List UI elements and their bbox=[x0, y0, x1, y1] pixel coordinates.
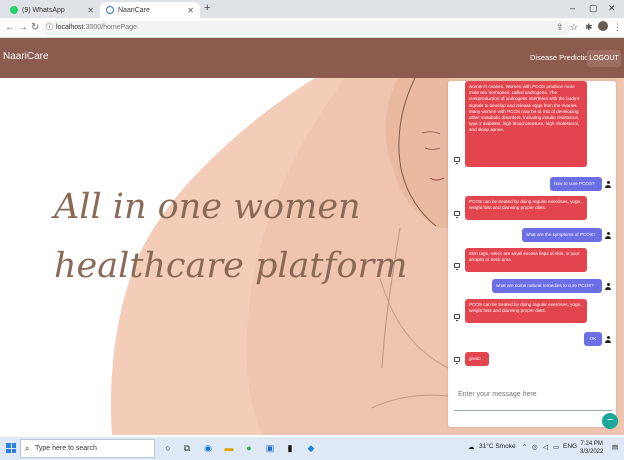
forward-arrow-icon[interactable]: → bbox=[18, 22, 28, 33]
new-tab-button[interactable]: + bbox=[204, 2, 210, 14]
windows-start-icon[interactable] bbox=[6, 443, 16, 453]
hero-headline: All in one women healthcare platform bbox=[54, 178, 414, 296]
back-arrow-icon[interactable]: ← bbox=[5, 22, 15, 33]
bot-message: PCOS can be treated by doing regular exe… bbox=[465, 196, 587, 220]
vscode-icon[interactable]: ◆ bbox=[306, 443, 316, 453]
minimize-button[interactable]: – bbox=[570, 3, 575, 13]
bot-computer-icon bbox=[454, 357, 460, 364]
user-message: how to cure PCOS? bbox=[550, 177, 602, 191]
whatsapp-icon bbox=[10, 6, 18, 14]
tab-title: (9) WhatsApp bbox=[22, 6, 65, 14]
clock-date: 3/3/2022 bbox=[580, 449, 604, 455]
chat-message-input[interactable] bbox=[456, 390, 610, 399]
app-navbar: NaariCare Disease Prediction LOGOUT bbox=[0, 38, 624, 78]
user-icon bbox=[605, 336, 611, 343]
battery-icon[interactable]: ▭ bbox=[553, 443, 559, 451]
taskbar-search-field[interactable]: ⌕ Type here to search bbox=[20, 439, 155, 458]
bot-computer-icon bbox=[454, 211, 460, 218]
url-field[interactable]: ⓘ localhost:3000/homePage bbox=[42, 21, 572, 35]
hero-line-1: All in one women bbox=[54, 187, 361, 227]
bot-message: great! bbox=[465, 352, 489, 366]
weather-text[interactable]: 31°C Smoke bbox=[479, 443, 516, 450]
weather-icon[interactable]: ☁ bbox=[468, 443, 475, 451]
store-icon[interactable]: ▣ bbox=[265, 443, 275, 453]
profile-avatar[interactable] bbox=[598, 21, 608, 31]
close-icon[interactable]: ✕ bbox=[87, 6, 94, 15]
naaricare-icon bbox=[106, 6, 114, 14]
chat-toggle-button[interactable]: − bbox=[602, 413, 618, 429]
tray-chevron-icon[interactable]: ⌃ bbox=[522, 443, 527, 451]
network-icon[interactable]: ◎ bbox=[532, 443, 538, 451]
taskbar-search-placeholder: Type here to search bbox=[35, 445, 97, 452]
file-explorer-icon[interactable]: ▬ bbox=[224, 443, 234, 453]
windows-taskbar: ⌕ Type here to search ○ ⧉ ◉ ▬ ● ▣ ▮ ◆ ☁ … bbox=[0, 437, 624, 460]
bot-computer-icon bbox=[454, 314, 460, 321]
user-icon bbox=[605, 232, 611, 239]
star-icon[interactable]: ☆ bbox=[570, 22, 578, 33]
bot-message: women's ovaries. Women with PCOS produce… bbox=[465, 81, 587, 167]
user-message: what are some natural remedies to cure P… bbox=[492, 279, 602, 293]
address-bar: ← → ↻ ⓘ localhost:3000/homePage ⇪ ☆ ✱ ⋮ bbox=[0, 18, 624, 38]
extensions-icon[interactable]: ✱ bbox=[585, 22, 593, 33]
terminal-icon[interactable]: ▮ bbox=[285, 443, 295, 453]
chat-input-container bbox=[454, 382, 612, 411]
close-icon[interactable]: ✕ bbox=[187, 6, 194, 15]
task-view-icon[interactable]: ⧉ bbox=[182, 443, 192, 453]
bot-computer-icon bbox=[454, 157, 460, 164]
speaker-icon[interactable]: ◁ bbox=[543, 443, 548, 451]
chrome-icon[interactable]: ● bbox=[244, 443, 254, 453]
system-clock[interactable]: 7:24 PM 3/3/2022 bbox=[580, 440, 603, 456]
browser-tab-bar: (9) WhatsApp ✕ NaariCare ✕ + – ▢ ✕ bbox=[0, 0, 624, 18]
user-message: OK bbox=[584, 332, 602, 346]
search-icon: ⌕ bbox=[25, 444, 30, 453]
cortana-icon[interactable]: ○ bbox=[163, 443, 173, 453]
user-icon bbox=[605, 181, 611, 188]
share-icon[interactable]: ⇪ bbox=[556, 22, 564, 33]
menu-dots-icon[interactable]: ⋮ bbox=[613, 22, 622, 33]
user-message: what are the symptoms of PCOS? bbox=[522, 228, 602, 242]
hero-line-2: healthcare platform bbox=[54, 246, 408, 286]
bot-computer-icon bbox=[454, 263, 460, 270]
user-icon bbox=[605, 283, 611, 290]
chatbot-panel: women's ovaries. Women with PCOS produce… bbox=[448, 81, 616, 427]
maximize-button[interactable]: ▢ bbox=[589, 3, 598, 14]
url-host: localhost bbox=[56, 24, 84, 31]
disease-prediction-link[interactable]: Disease Prediction bbox=[530, 53, 593, 62]
notification-icon[interactable]: ▤ bbox=[612, 443, 618, 451]
close-window-button[interactable]: ✕ bbox=[608, 3, 616, 14]
logout-button[interactable]: LOGOUT bbox=[587, 50, 621, 67]
tab-title: NaariCare bbox=[118, 6, 150, 14]
brand-logo[interactable]: NaariCare bbox=[3, 51, 49, 62]
bot-message: Skin tags, which are small excess flaps … bbox=[465, 248, 587, 272]
tab-whatsapp[interactable]: (9) WhatsApp ✕ bbox=[4, 2, 100, 18]
language-indicator[interactable]: ENG bbox=[563, 443, 577, 450]
bot-message: PCOS can be treated by doing regular exe… bbox=[465, 299, 587, 323]
info-icon[interactable]: ⓘ bbox=[46, 21, 53, 35]
tab-naaricare[interactable]: NaariCare ✕ bbox=[100, 2, 200, 18]
clock-time: 7:24 PM bbox=[580, 441, 603, 447]
url-path: :3000/homePage bbox=[83, 24, 137, 31]
edge-icon[interactable]: ◉ bbox=[203, 443, 213, 453]
reload-icon[interactable]: ↻ bbox=[31, 22, 39, 33]
